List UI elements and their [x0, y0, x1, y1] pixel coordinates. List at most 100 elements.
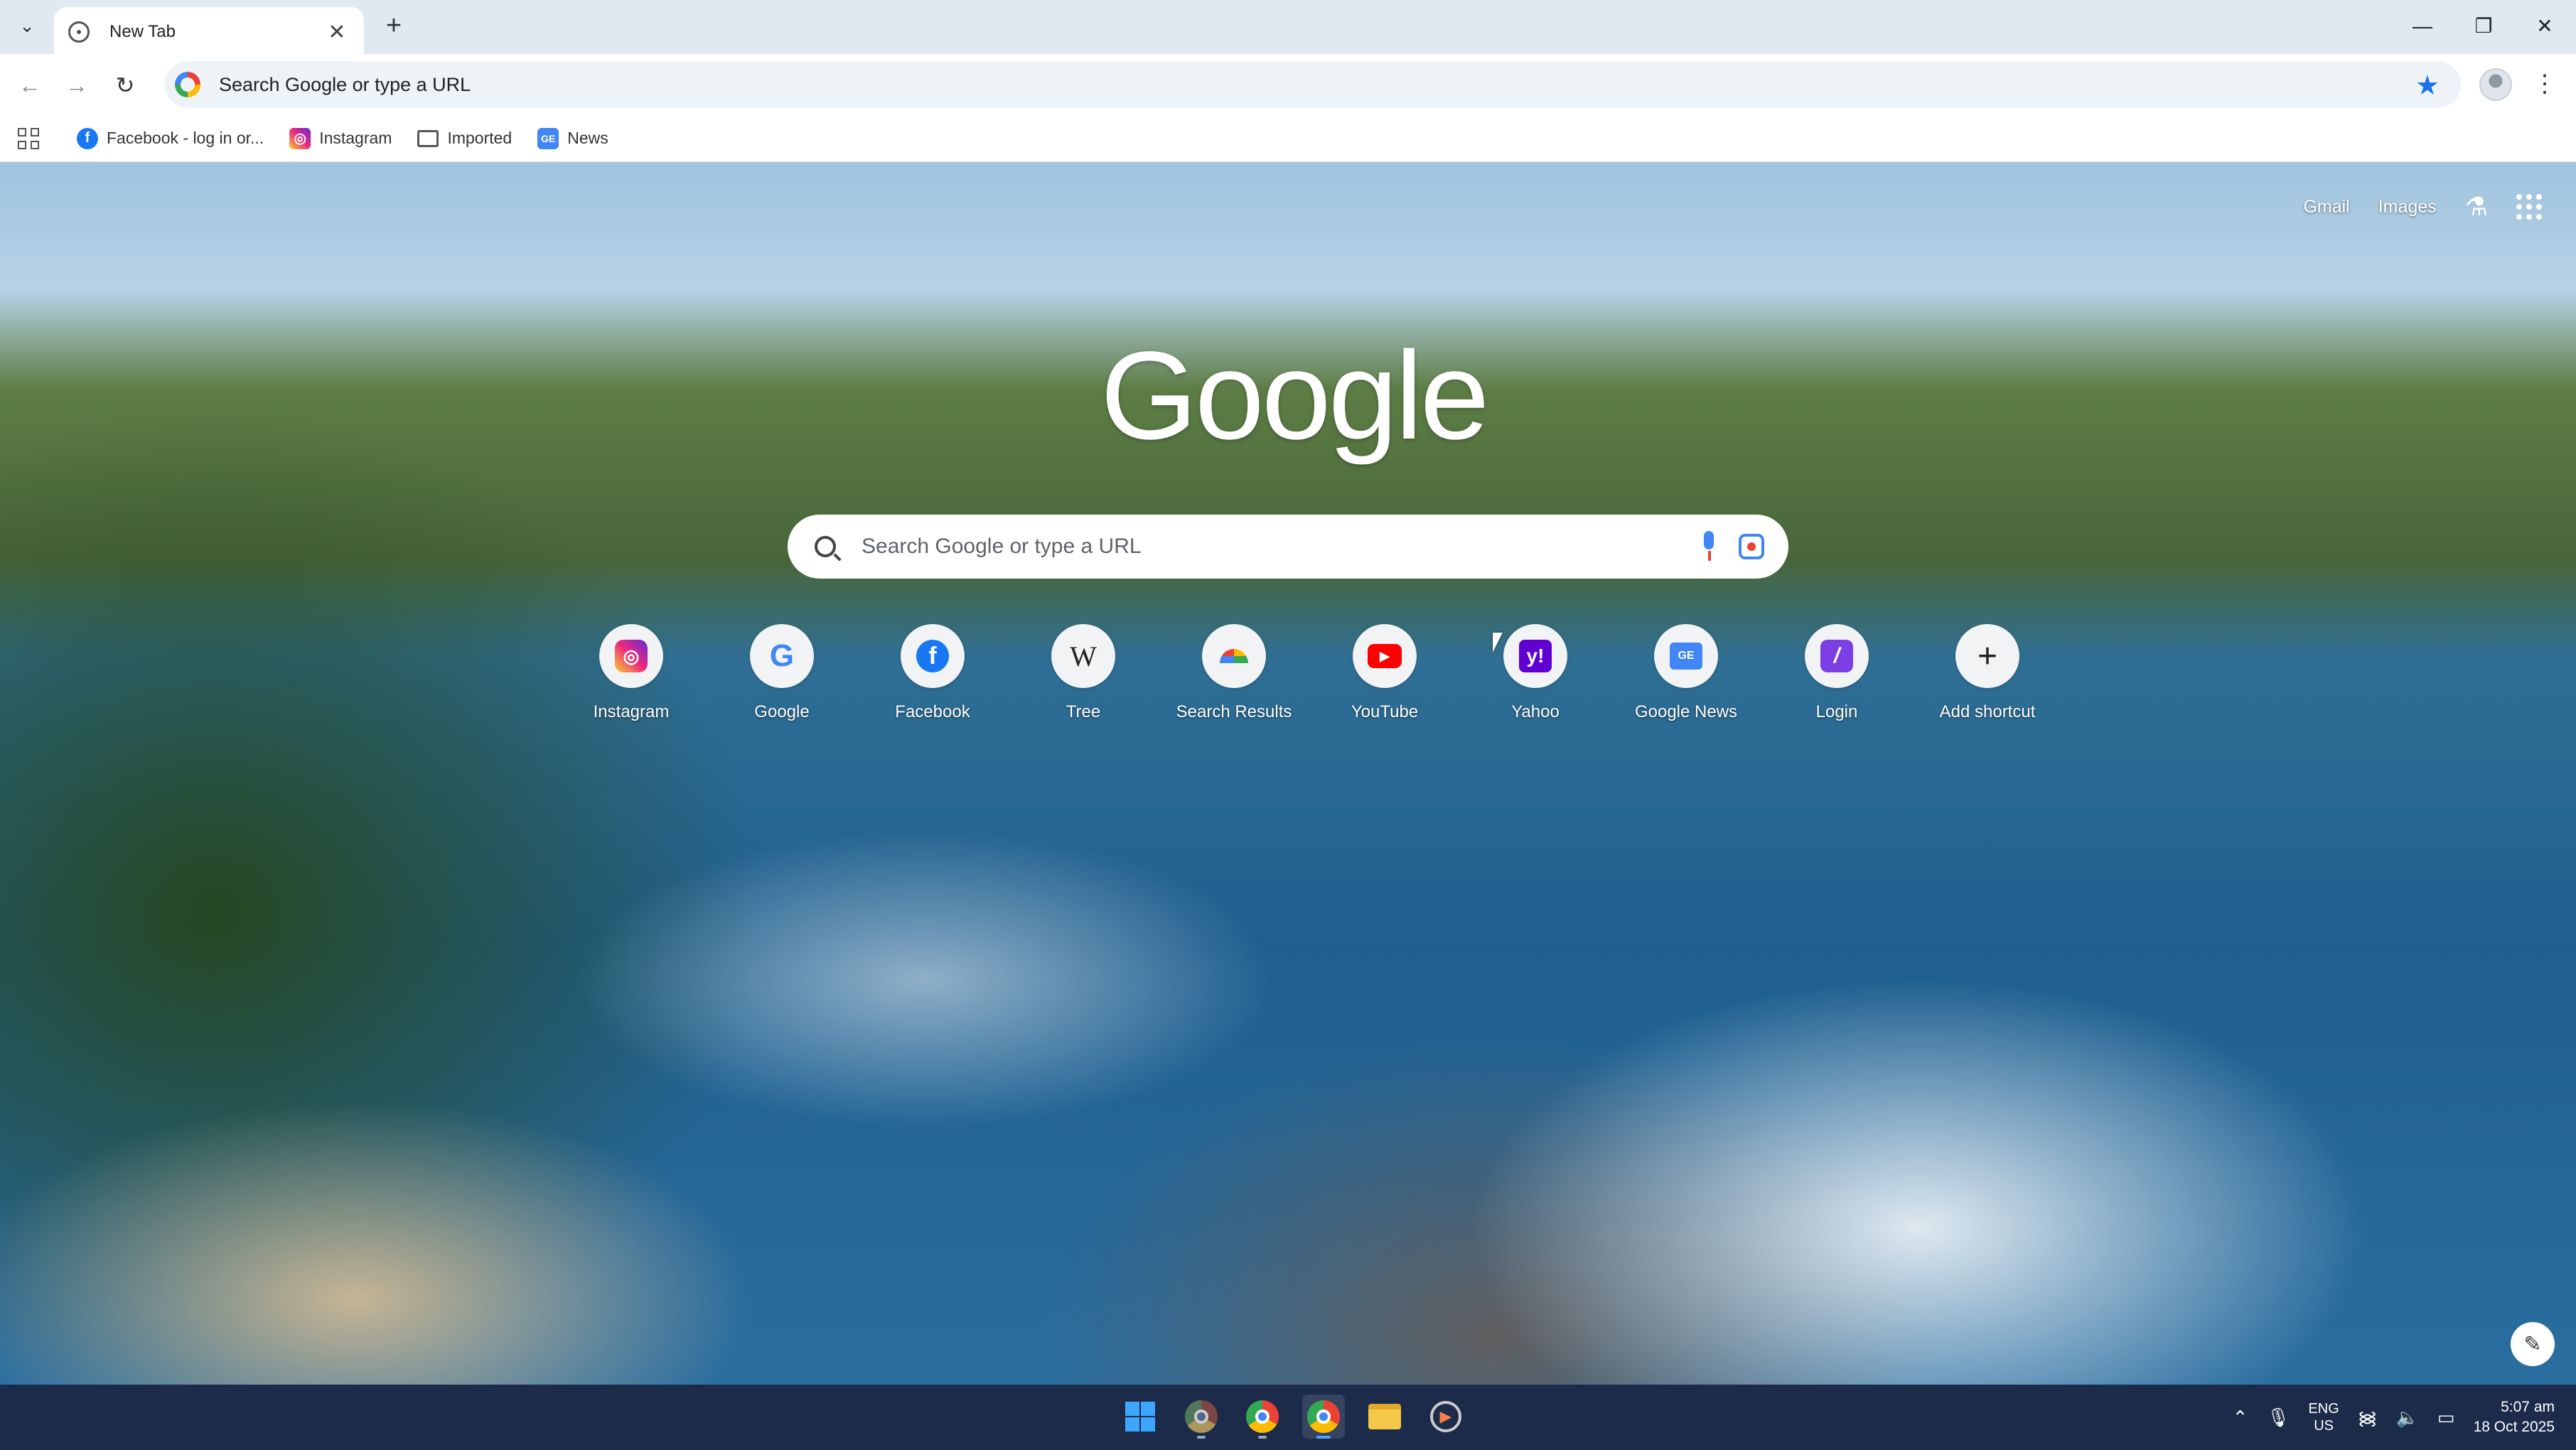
shortcut-label: Search Results [1176, 702, 1292, 721]
bookmark-instagram[interactable]: ◎ Instagram [289, 127, 392, 149]
instagram-icon: ◎ [615, 640, 648, 672]
shortcut-search-results[interactable]: Search Results [1159, 624, 1309, 722]
reload-icon: ↻ [115, 72, 135, 98]
shortcut-youtube[interactable]: ▶ YouTube [1309, 624, 1460, 722]
shortcut-tree[interactable]: W Tree [1008, 624, 1159, 722]
media-player-icon: ▶ [1430, 1401, 1461, 1432]
shortcut-google[interactable]: G Google [707, 624, 857, 722]
arrow-right-icon: → [65, 72, 88, 98]
chrome-favicon-icon [68, 21, 90, 43]
forward-button[interactable]: → [58, 67, 95, 104]
close-window-button[interactable]: ✕ [2522, 9, 2567, 44]
mouse-cursor-icon [1493, 633, 1503, 652]
clock-time: 5:07 am [2501, 1399, 2555, 1415]
address-bar[interactable]: Search Google or type a URL ★ [165, 61, 2461, 108]
search-box[interactable]: Search Google or type a URL [788, 515, 1788, 579]
chrome-icon [1246, 1400, 1279, 1433]
bookmark-label: Imported [447, 129, 512, 147]
chevron-down-icon: ⌄ [19, 14, 35, 36]
shortcut-facebook[interactable]: f Facebook [857, 624, 1008, 722]
tab-new-tab[interactable]: New Tab ✕ [54, 7, 364, 57]
shortcut-instagram[interactable]: ◎ Instagram [556, 624, 707, 722]
profile-avatar[interactable] [2479, 68, 2512, 101]
bookmark-label: Instagram [319, 129, 392, 147]
labs-flask-icon[interactable]: ⚗ [2465, 192, 2488, 222]
shortcut-label: Google [754, 702, 810, 721]
shortcut-label: Instagram [593, 702, 670, 721]
new-tab-button[interactable]: + [378, 10, 409, 41]
apps-grid-icon[interactable] [14, 124, 43, 153]
clock-date: 18 Oct 2025 [2473, 1419, 2555, 1435]
shortcut-label: Login [1815, 702, 1858, 721]
shortcut-yahoo[interactable]: y! Yahoo [1460, 624, 1611, 722]
google-apps-icon[interactable] [2516, 194, 2542, 220]
yahoo-icon: y! [1519, 640, 1552, 672]
bookmark-news[interactable]: GE News [537, 127, 608, 149]
bookmark-label: Facebook - log in or... [107, 129, 264, 147]
minimize-button[interactable]: — [2400, 9, 2445, 44]
shortcut-google-news[interactable]: GE Google News [1611, 624, 1761, 722]
arrow-left-icon: ← [18, 72, 41, 98]
chevron-up-icon[interactable]: ⌃ [2233, 1407, 2248, 1429]
folder-icon [417, 129, 439, 147]
browser-chrome: ⌄ New Tab ✕ + — ❐ ✕ ← → ↻ Search Google … [0, 0, 2576, 162]
top-right-links: Gmail Images ⚗ [2303, 192, 2542, 222]
google-lens-icon[interactable] [1739, 534, 1764, 559]
close-tab-icon[interactable]: ✕ [324, 20, 350, 45]
bookmark-star-icon[interactable]: ★ [2415, 70, 2440, 102]
taskbar-app-chrome[interactable] [1302, 1395, 1345, 1439]
wifi-icon[interactable]: ᯼ [2358, 1405, 2378, 1430]
search-results-icon [1220, 649, 1248, 663]
shortcut-label: Google News [1634, 702, 1738, 721]
wikipedia-icon: W [1070, 640, 1097, 672]
google-icon [175, 72, 200, 97]
instagram-icon: ◎ [289, 127, 311, 149]
tab-title: New Tab [109, 22, 176, 41]
shortcut-label: Yahoo [1511, 702, 1560, 721]
google-icon: G [769, 638, 795, 673]
bookmarks-bar: f Facebook - log in or... ◎ Instagram Im… [0, 115, 2576, 162]
plus-icon: + [1977, 637, 1998, 675]
add-shortcut-button[interactable]: + Add shortcut [1912, 624, 2063, 722]
google-news-icon: GE [1670, 643, 1702, 670]
search-icon [815, 536, 836, 557]
taskbar-app-chrome-canary[interactable] [1241, 1395, 1284, 1439]
gmail-link[interactable]: Gmail [2303, 197, 2349, 218]
pencil-icon: ✎ [2523, 1332, 2542, 1356]
restore-button[interactable]: ❐ [2461, 9, 2506, 44]
file-explorer-icon [1368, 1404, 1401, 1429]
clock[interactable]: 5:07 am 18 Oct 2025 [2474, 1397, 2555, 1437]
address-bar-text: Search Google or type a URL [219, 73, 471, 95]
tab-search-button[interactable]: ⌄ [11, 10, 43, 41]
login-icon: / [1820, 640, 1853, 672]
chrome-dev-icon [1185, 1400, 1218, 1433]
customize-chrome-button[interactable]: ✎ [2511, 1322, 2555, 1366]
bookmark-folder-imported[interactable]: Imported [417, 129, 512, 148]
images-link[interactable]: Images [2378, 197, 2437, 218]
google-logo: Google [1100, 326, 1490, 466]
menu-button[interactable]: ⋮ [2531, 65, 2559, 102]
new-tab-page: Gmail Images ⚗ Google Search Google or t… [0, 162, 2576, 1385]
shortcut-label: Tree [1066, 702, 1101, 721]
microphone-icon[interactable] [1697, 530, 1722, 564]
language-region: US [2314, 1418, 2334, 1434]
search-input[interactable]: Search Google or type a URL [862, 535, 1697, 559]
shortcut-label: Facebook [895, 702, 970, 721]
youtube-icon: ▶ [1368, 644, 1402, 668]
taskbar-app-media-player[interactable]: ▶ [1424, 1395, 1467, 1439]
taskbar-app-file-explorer[interactable] [1363, 1395, 1406, 1439]
bookmark-label: News [567, 129, 608, 147]
shortcut-label: YouTube [1351, 702, 1419, 721]
shortcut-login[interactable]: / Login [1761, 624, 1912, 722]
back-button[interactable]: ← [11, 67, 48, 104]
bookmark-facebook[interactable]: f Facebook - log in or... [77, 127, 264, 149]
taskbar-app-chrome-dev[interactable] [1180, 1395, 1223, 1439]
volume-icon[interactable]: 🔈 [2396, 1407, 2419, 1429]
battery-icon[interactable]: ▭ [2437, 1407, 2455, 1429]
taskbar-apps: ▶ [1119, 1395, 1467, 1439]
language-indicator[interactable]: ENG US [2308, 1400, 2339, 1434]
shortcut-label: Add shortcut [1939, 702, 2036, 721]
start-button[interactable] [1119, 1395, 1161, 1439]
reload-button[interactable]: ↻ [107, 67, 144, 104]
microphone-icon[interactable]: 🎙 [2266, 1407, 2290, 1429]
